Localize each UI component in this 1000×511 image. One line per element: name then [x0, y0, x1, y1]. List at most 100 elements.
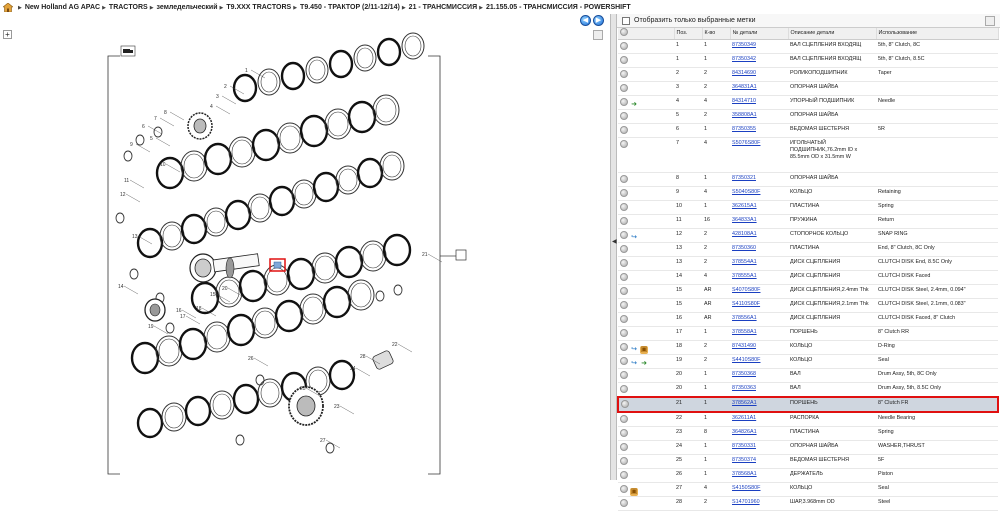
clutch-ring[interactable] — [115, 212, 125, 224]
cell-part-number[interactable]: 378554A1 — [730, 256, 788, 271]
row-select[interactable] — [618, 200, 674, 215]
clutch-ring[interactable] — [183, 153, 205, 179]
clutch-ring[interactable] — [228, 136, 256, 168]
table-row[interactable]: 15 AR S4110S80F ДИСК СЦЕПЛЕНИЯ,2.1mm Thk CLU… — [618, 298, 998, 313]
row-select[interactable] — [618, 326, 674, 341]
callout-number[interactable]: 11 — [124, 178, 129, 184]
part-number-link[interactable]: S4110S80F — [732, 301, 760, 307]
clutch-ring[interactable] — [203, 142, 233, 176]
clutch-ring[interactable] — [232, 383, 260, 415]
clutch-ring[interactable] — [180, 150, 208, 182]
clutch-ring[interactable] — [255, 374, 265, 386]
cell-part-number[interactable]: 378558A1 — [730, 326, 788, 341]
row-select[interactable] — [618, 312, 674, 327]
row-select[interactable]: ▣ — [618, 482, 674, 497]
clutch-ring[interactable] — [268, 185, 296, 217]
select-row-icon[interactable] — [620, 125, 628, 134]
callout-number[interactable]: 28 — [360, 354, 366, 360]
table-row[interactable]: 1 1 87350342 ВАЛ СЦЕПЛЕНИЯ ВХОДЯЩ 5th, 8" Cl… — [618, 53, 998, 68]
part-number-link[interactable]: 364831A1 — [732, 84, 757, 90]
clutch-ring[interactable] — [335, 165, 361, 195]
select-row-icon[interactable] — [620, 174, 628, 183]
clutch-ring[interactable] — [382, 154, 402, 178]
row-select[interactable]: ➜ — [618, 95, 674, 110]
callout-number[interactable]: 10 — [160, 162, 166, 168]
callout-number[interactable]: 12 — [120, 192, 126, 198]
select-row-icon[interactable] — [620, 484, 628, 493]
select-row-icon[interactable] — [620, 258, 628, 267]
clutch-ring[interactable] — [375, 290, 385, 302]
next-diagram-button[interactable]: ▶ — [593, 15, 604, 26]
clutch-ring[interactable] — [153, 126, 163, 138]
table-row[interactable]: 24 1 87350331 ОПОРНАЯ ШАЙБА WASHER,THRUST — [618, 440, 998, 455]
row-select[interactable] — [618, 411, 674, 427]
clutch-ring[interactable] — [299, 114, 329, 148]
table-row[interactable]: 20 1 87350368 ВАЛ Drum Assy, 5th, 8C Only — [618, 368, 998, 383]
part-number-link[interactable]: S4410S80F — [732, 357, 760, 363]
select-row-icon[interactable] — [620, 370, 628, 379]
clutch-ring[interactable] — [247, 193, 273, 223]
clutch-ring[interactable] — [311, 252, 339, 284]
table-row[interactable]: 5 2 358808A1 ОПОРНАЯ ШАЙБА — [618, 109, 998, 124]
part-number-link[interactable]: 84314690 — [732, 70, 756, 76]
select-row-icon[interactable] — [620, 244, 628, 253]
table-row[interactable]: ➜ 4 4 84314710 УПОРНЫЙ ПОДШИПНИК Needle — [618, 95, 998, 110]
row-select[interactable] — [618, 368, 674, 383]
cell-part-number[interactable]: 364833A1 — [730, 214, 788, 229]
clutch-ring[interactable] — [162, 224, 182, 248]
select-row-icon[interactable] — [620, 470, 628, 479]
callout-number[interactable]: 7 — [154, 116, 157, 122]
callout-number[interactable]: 21 — [422, 252, 428, 258]
table-row[interactable]: 20 1 87350363 ВАЛ Drum Assy, 5th, 8.5C Only — [618, 382, 998, 397]
table-row[interactable]: ↪ 12 2 428108A1 СТОПОРНОЕ КОЛЬЦО SNAP RING — [618, 228, 998, 243]
clutch-ring[interactable] — [338, 168, 358, 192]
callout-number[interactable]: 19 — [148, 324, 154, 330]
cell-part-number[interactable]: 87350374 — [730, 454, 788, 469]
collapse-arrow-icon[interactable]: ◀ — [612, 238, 617, 245]
table-row[interactable]: 7 4 S5076S80F ИГОЛЬЧАТЫЙ ПОДШИПНИК,76.2mm I… — [618, 137, 998, 173]
table-row[interactable]: 9 4 S5040S80F КОЛЬЦО Retaining — [618, 186, 998, 201]
clutch-ring[interactable] — [404, 35, 422, 57]
callout-number[interactable]: 23 — [334, 404, 340, 410]
select-row-icon[interactable] — [620, 456, 628, 465]
clutch-ring[interactable] — [286, 257, 316, 291]
callout-number[interactable]: 2 — [224, 84, 227, 90]
clutch-ring[interactable] — [123, 150, 133, 162]
callout-number[interactable]: 22 — [392, 342, 398, 348]
clutch-ring[interactable] — [257, 378, 283, 408]
select-row-icon[interactable] — [620, 314, 628, 323]
header-select[interactable] — [618, 28, 675, 40]
breadcrumb-item[interactable]: 21.155.05 - ТРАНСМИССИЯ - POWERSHIFT — [477, 4, 631, 11]
clutch-ring[interactable] — [308, 59, 326, 81]
cell-part-number[interactable]: S5040S80F — [730, 186, 788, 201]
cell-part-number[interactable]: 87350368 — [730, 368, 788, 383]
callout-number[interactable]: 6 — [142, 124, 145, 130]
clutch-ring[interactable] — [302, 296, 324, 322]
part-number-link[interactable]: 378558A1 — [732, 329, 757, 335]
clutch-ring[interactable] — [155, 335, 183, 367]
cell-part-number[interactable]: 358808A1 — [730, 109, 788, 124]
select-row-icon[interactable] — [620, 384, 628, 393]
select-row-icon[interactable] — [620, 498, 628, 507]
select-row-icon[interactable] — [620, 97, 628, 106]
part-number-link[interactable]: 364833A1 — [732, 217, 757, 223]
part-number-link[interactable]: S4070S80F — [732, 287, 760, 293]
breadcrumb-item[interactable]: T9.450 - ТРАКТОР (2/11-12/14) — [291, 4, 400, 11]
cell-part-number[interactable]: S4410S80F — [730, 354, 788, 369]
row-select[interactable] — [618, 214, 674, 229]
substitute-arrow-icon[interactable]: ➜ — [640, 360, 648, 368]
link-arrow-icon[interactable]: ↪ — [630, 346, 638, 354]
clutch-ring[interactable] — [279, 125, 301, 151]
select-row-icon[interactable] — [620, 428, 628, 437]
row-select[interactable] — [618, 270, 674, 285]
cell-part-number[interactable]: 428108A1 — [730, 228, 788, 243]
clutch-ring[interactable] — [218, 279, 240, 305]
cell-part-number[interactable]: 87350331 — [730, 440, 788, 455]
select-row-icon[interactable] — [620, 342, 628, 351]
table-row[interactable]: 23 8 364826A1 ПЛАСТИНА Spring — [618, 426, 998, 441]
table-row[interactable]: 10 1 362615A1 ПЛАСТИНА Spring — [618, 200, 998, 215]
cell-part-number[interactable]: 364831A1 — [730, 81, 788, 96]
link-arrow-icon[interactable]: ↪ — [630, 360, 638, 368]
clutch-ring[interactable] — [393, 284, 403, 296]
clutch-ring[interactable] — [251, 307, 279, 339]
